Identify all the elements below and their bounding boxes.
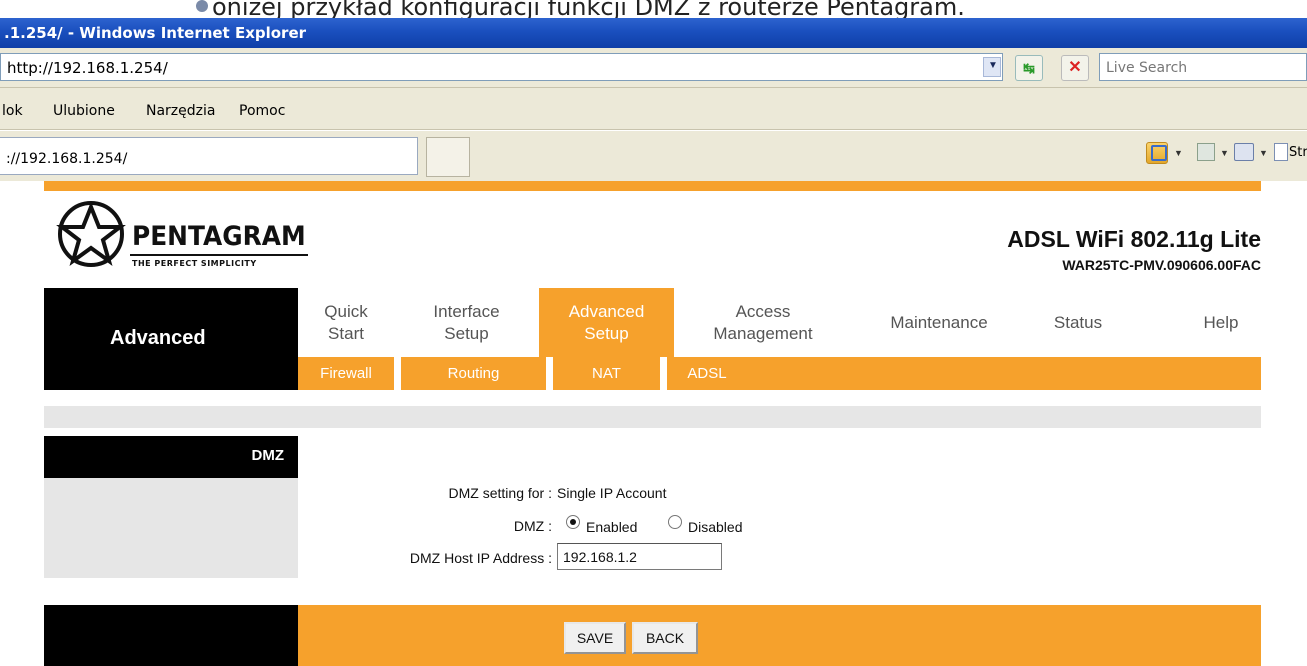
save-button[interactable]: SAVE bbox=[564, 622, 626, 654]
main-nav: Quick Start Interface Setup Advanced Setup … bbox=[298, 288, 1261, 357]
menu-item-help[interactable]: Pomoc bbox=[239, 103, 285, 119]
search-placeholder: Live Search bbox=[1106, 60, 1188, 76]
page-icon[interactable] bbox=[1274, 143, 1288, 161]
dmz-label: DMZ : bbox=[513, 518, 552, 534]
sub-nav: Firewall Routing NAT ADSL bbox=[298, 357, 1261, 390]
dmz-enabled-radio[interactable] bbox=[566, 515, 580, 529]
tab-interface-setup[interactable]: Interface Setup bbox=[394, 288, 539, 357]
address-dropdown-button[interactable]: ▼ bbox=[983, 57, 1001, 77]
footer-left bbox=[44, 605, 298, 666]
tab-bar: ://192.168.1.254/ ▼ ▼ ▼ Strona bbox=[0, 131, 1307, 181]
brand-tagline: THE PERFECT SIMPLICITY bbox=[132, 259, 257, 268]
nav-label-line1: Quick bbox=[324, 301, 368, 321]
subtab-nat[interactable]: NAT bbox=[553, 357, 660, 390]
address-input[interactable]: http://192.168.1.254/ ▼ bbox=[0, 53, 1003, 81]
firmware-version: WAR25TC-PMV.090606.00FAC bbox=[1062, 257, 1261, 273]
window-titlebar: .1.254/ - Windows Internet Explorer bbox=[0, 18, 1307, 48]
brand-name: PENTAGRAM bbox=[132, 221, 306, 252]
dmz-disabled-label: Disabled bbox=[688, 519, 743, 535]
left-gray-panel bbox=[44, 478, 298, 578]
nav-label-line1: Interface bbox=[433, 301, 500, 321]
product-name: ADSL WiFi 802.11g Lite bbox=[1007, 226, 1261, 252]
dmz-host-ip-label: DMZ Host IP Address : bbox=[409, 550, 552, 566]
star-logo-icon bbox=[56, 201, 126, 267]
caption-strip: oniżej przykład konfiguracji funkcji DMZ… bbox=[0, 0, 1307, 18]
feeds-icon[interactable] bbox=[1197, 143, 1215, 161]
nav-label-line2: Setup bbox=[444, 323, 489, 343]
chevron-down-icon: ▼ bbox=[988, 60, 998, 71]
menu-item-favorites[interactable]: Ulubione bbox=[53, 103, 115, 119]
subtab-adsl[interactable]: ADSL bbox=[667, 357, 747, 390]
refresh-button[interactable]: ↹ bbox=[1015, 55, 1043, 81]
nav-label-line1: Advanced bbox=[568, 301, 645, 321]
print-icon[interactable] bbox=[1234, 143, 1254, 161]
nav-label-line2: Setup bbox=[584, 323, 629, 343]
tab-access-management[interactable]: Access Management bbox=[674, 288, 852, 357]
nav-label: Maintenance bbox=[890, 312, 988, 332]
tab-maintenance[interactable]: Maintenance bbox=[864, 288, 1014, 357]
dmz-setting-for-label: DMZ setting for : bbox=[448, 485, 552, 501]
stop-button[interactable]: ✕ bbox=[1061, 55, 1089, 81]
subtab-firewall[interactable]: Firewall bbox=[298, 357, 394, 390]
dmz-disabled-radio[interactable] bbox=[668, 515, 682, 529]
logo-divider bbox=[130, 254, 308, 256]
nav-label-line2: Start bbox=[328, 323, 364, 343]
window-title: .1.254/ - Windows Internet Explorer bbox=[4, 24, 307, 42]
menu-item-view[interactable]: lok bbox=[2, 103, 23, 119]
gray-spacer bbox=[44, 406, 1261, 428]
section-title: Advanced bbox=[110, 327, 206, 349]
menu-item-tools[interactable]: Narzędzia bbox=[146, 103, 215, 119]
chevron-down-icon[interactable]: ▼ bbox=[1220, 148, 1229, 158]
caption-icon bbox=[196, 0, 208, 12]
back-button[interactable]: BACK bbox=[632, 622, 698, 654]
top-orange-bar bbox=[44, 181, 1261, 191]
tab-quick-start[interactable]: Quick Start bbox=[298, 288, 394, 357]
footer-bar bbox=[298, 605, 1261, 666]
nav-label: Status bbox=[1053, 312, 1103, 332]
tab-title: ://192.168.1.254/ bbox=[6, 151, 128, 167]
subnav-divider bbox=[660, 357, 667, 390]
chevron-down-icon[interactable]: ▼ bbox=[1259, 148, 1268, 158]
nav-label-line2: Management bbox=[713, 323, 813, 343]
refresh-icon: ↹ bbox=[1023, 60, 1035, 76]
menu-bar: lok Ulubione Narzędzia Pomoc bbox=[0, 88, 1307, 130]
tab-help[interactable]: Help bbox=[1181, 288, 1261, 357]
search-input[interactable]: Live Search bbox=[1099, 53, 1307, 81]
address-toolbar: http://192.168.1.254/ ▼ ↹ ✕ Live Search bbox=[0, 48, 1307, 88]
caption-text: oniżej przykład konfiguracji funkcji DMZ… bbox=[212, 0, 965, 18]
chevron-down-icon[interactable]: ▼ bbox=[1174, 148, 1183, 158]
nav-label-line1: Access bbox=[735, 301, 791, 321]
subnav-divider bbox=[546, 357, 553, 390]
dmz-section-title: DMZ bbox=[251, 447, 285, 464]
subnav-divider bbox=[394, 357, 401, 390]
pentagram-logo: PENTAGRAM THE PERFECT SIMPLICITY bbox=[52, 191, 312, 283]
tab-current[interactable]: ://192.168.1.254/ bbox=[0, 137, 418, 175]
dmz-section-header: DMZ bbox=[44, 436, 298, 478]
address-url: http://192.168.1.254/ bbox=[7, 59, 168, 77]
dmz-setting-for-value: Single IP Account bbox=[557, 485, 667, 501]
home-icon[interactable] bbox=[1146, 142, 1168, 164]
dmz-host-ip-field[interactable] bbox=[557, 543, 722, 570]
close-icon: ✕ bbox=[1068, 59, 1082, 76]
new-tab-button[interactable] bbox=[426, 137, 470, 177]
dmz-enabled-label: Enabled bbox=[586, 519, 638, 535]
tab-status[interactable]: Status bbox=[1028, 288, 1128, 357]
subtab-routing[interactable]: Routing bbox=[401, 357, 546, 390]
tab-advanced-setup[interactable]: Advanced Setup bbox=[539, 288, 674, 357]
page-menu-button[interactable]: Strona bbox=[1289, 145, 1307, 160]
nav-label: Help bbox=[1203, 312, 1239, 332]
